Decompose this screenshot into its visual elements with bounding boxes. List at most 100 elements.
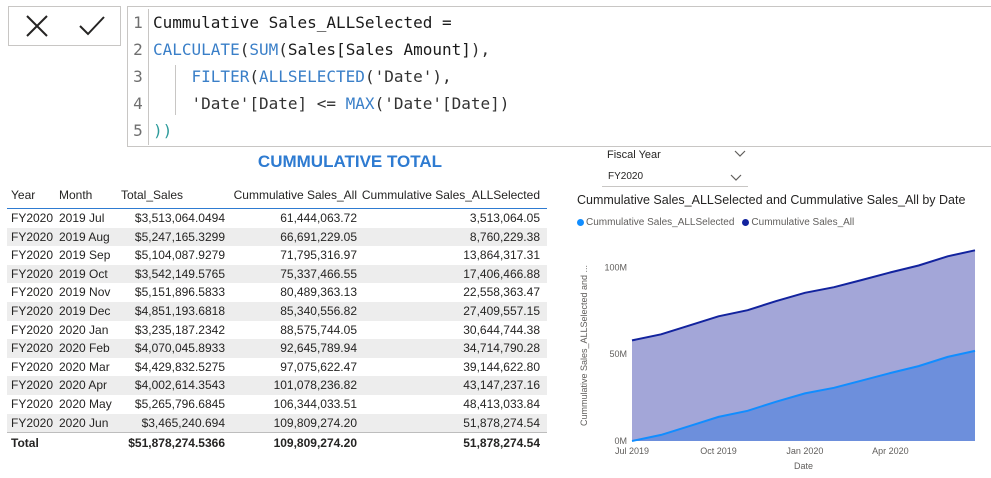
header-total-sales[interactable]: Total_Sales — [121, 183, 183, 207]
legend-item-allselected[interactable]: Cummulative Sales_ALLSelected — [577, 217, 734, 228]
code-token: Sales[Sales Amount] — [287, 40, 471, 59]
table-row[interactable]: FY2020 2019 Aug $5,247,165.3299 66,691,229.… — [7, 227, 547, 247]
cell-month: 2020 Apr — [59, 378, 108, 393]
cell-cummulative-all: 71,795,316.97 — [280, 248, 357, 263]
total-cummulative-allselected: 51,878,274.54 — [463, 436, 540, 451]
cell-cummulative-allselected: 17,406,466.88 — [463, 266, 540, 281]
cell-cummulative-allselected: 22,558,363.47 — [463, 285, 540, 300]
cell-cummulative-all: 97,075,622.47 — [280, 359, 357, 374]
table-title: CUMMULATIVE TOTAL — [257, 152, 443, 171]
chart-title: Cummulative Sales_ALLSelected and Cummul… — [577, 193, 966, 207]
cell-cummulative-all: 80,489,363.13 — [280, 285, 357, 300]
table-row[interactable]: FY2020 2020 Jan $3,235,187.2342 88,575,744.… — [7, 321, 547, 340]
table-row[interactable]: FY2020 2019 Nov $5,151,896.5833 80,489,363.… — [7, 283, 547, 302]
cell-month: 2019 Aug — [59, 229, 110, 244]
header-month[interactable]: Month — [59, 183, 92, 207]
header-cummulative-sales-all[interactable]: Cummulative Sales_All — [234, 183, 357, 207]
table-row[interactable]: FY2020 2019 Oct $3,542,149.5765 75,337,466.… — [7, 264, 547, 284]
code-text: 'Date'[Date] <= MAX('Date'[Date]) — [153, 90, 510, 117]
table-total-row: Total $51,878,274.5366 109,809,274.20 51… — [7, 432, 547, 452]
cell-year: FY2020 — [11, 415, 54, 430]
cell-month: 2020 Feb — [59, 341, 110, 356]
cell-year: FY2020 — [11, 229, 54, 244]
chevron-down-icon — [730, 174, 742, 181]
total-cummulative-all: 109,809,274.20 — [273, 436, 357, 451]
x-tick-label: Jan 2020 — [786, 446, 823, 456]
fiscal-year-dropdown[interactable]: FY2020 — [602, 167, 748, 187]
code-token: ( — [374, 94, 385, 113]
dropdown-selected-value: FY2020 — [608, 171, 644, 182]
table-row[interactable]: FY2020 2020 Jun $3,465,240.694 109,809,274.… — [7, 413, 547, 433]
cell-year: FY2020 — [11, 211, 54, 225]
cell-year: FY2020 — [11, 266, 54, 281]
cell-cummulative-all: 92,645,789.94 — [280, 341, 357, 356]
x-axis-label: Date — [794, 461, 813, 471]
y-tick-label: 50M — [609, 349, 627, 359]
cell-total-sales: $4,429,832.5275 — [134, 359, 225, 374]
cell-year: FY2020 — [11, 378, 54, 393]
code-token: Cummulative Sales_ALLSelected = — [153, 13, 452, 32]
code-line[interactable]: 1 Cummulative Sales_ALLSelected = — [128, 9, 991, 36]
cell-year: FY2020 — [11, 396, 54, 411]
code-token: )) — [153, 121, 173, 140]
cell-cummulative-allselected: 8,760,229.38 — [469, 229, 540, 244]
legend-item-all[interactable]: Cummulative Sales_All — [742, 217, 854, 228]
table-row[interactable]: FY2020 2020 Apr $4,002,614.3543 101,078,236… — [7, 376, 547, 395]
header-cummulative-sales-allselected[interactable]: Cummulative Sales_ALLSelected — [362, 183, 540, 207]
header-year[interactable]: Year — [11, 183, 35, 207]
cell-total-sales: $3,235,187.2342 — [134, 322, 225, 337]
cumulative-total-table[interactable]: Year Month Total_Sales Cummulative Sales… — [7, 183, 547, 452]
y-axis-label: Cummulative Sales_ALLSelected and ... — [579, 265, 589, 426]
cell-total-sales: $5,104,087.9279 — [134, 248, 225, 263]
cell-total-sales: $5,151,896.5833 — [134, 285, 225, 300]
code-token: ( — [364, 67, 375, 86]
legend-label: Cummulative Sales_All — [751, 217, 855, 228]
cell-month: 2020 May — [59, 396, 112, 411]
code-token: ) — [499, 94, 510, 113]
dax-formula-editor[interactable]: 1 Cummulative Sales_ALLSelected = 2 CALCULA… — [127, 6, 991, 147]
cell-month: 2019 Sep — [59, 248, 111, 263]
cell-cummulative-all: 88,575,744.05 — [280, 322, 357, 337]
line-number: 2 — [133, 40, 143, 59]
code-token: ALLSELECTED — [258, 67, 365, 86]
table-header-row: Year Month Total_Sales Cummulative Sales… — [7, 183, 547, 209]
code-token: CALCULATE — [153, 40, 240, 59]
cell-total-sales: $5,247,165.3299 — [134, 229, 225, 244]
code-line[interactable]: 4 'Date'[Date] <= MAX('Date'[Date]) — [128, 90, 991, 117]
legend-label: Cummulative Sales_ALLSelected — [586, 217, 735, 228]
code-text: Cummulative Sales_ALLSelected = — [153, 9, 452, 36]
code-token: FILTER — [153, 67, 250, 86]
table-row[interactable]: FY2020 2020 Feb $4,070,045.8933 92,645,789.… — [7, 339, 547, 358]
cell-cummulative-all: 66,691,229.05 — [280, 229, 357, 244]
area-chart[interactable]: 0M 50M 100M Jul 2019 Oct 2019 Jan 2020 Apr 202… — [570, 238, 985, 473]
code-text: FILTER(ALLSELECTED('Date'), — [153, 63, 452, 90]
cell-month: 2019 Nov — [59, 285, 111, 300]
cell-cummulative-all: 61,444,063.72 — [280, 211, 357, 225]
cancel-button[interactable] — [22, 11, 52, 41]
table-row[interactable]: FY2020 2020 May $5,265,796.6845 106,344,033… — [7, 395, 547, 414]
cell-cummulative-allselected: 34,714,790.28 — [463, 341, 540, 356]
chevron-down-icon[interactable] — [734, 150, 746, 158]
table-row[interactable]: FY2020 2019 Sep $5,104,087.9279 71,795,316.… — [7, 246, 547, 265]
chart-legend: Cummulative Sales_ALLSelected Cummulativ… — [577, 217, 854, 228]
commit-button[interactable] — [77, 11, 107, 41]
table-row[interactable]: FY2020 2019 Jul $3,513,064.0494 61,444,063.… — [7, 209, 547, 228]
cell-year: FY2020 — [11, 248, 54, 263]
table-row[interactable]: FY2020 2020 Mar $4,429,832.5275 97,075,622.… — [7, 358, 547, 377]
cell-cummulative-allselected: 39,144,622.80 — [463, 359, 540, 374]
cell-total-sales: $3,465,240.694 — [141, 415, 225, 430]
cell-cummulative-allselected: 27,409,557.15 — [463, 303, 540, 318]
line-number: 5 — [133, 121, 143, 140]
code-line[interactable]: 2 CALCULATE(SUM(Sales[Sales Amount]), — [128, 36, 991, 63]
cell-cummulative-allselected: 51,878,274.54 — [463, 415, 540, 430]
code-line[interactable]: 5)) — [128, 117, 991, 144]
line-number: 1 — [133, 13, 143, 32]
close-icon — [26, 15, 48, 37]
cell-cummulative-all: 101,078,236.82 — [273, 378, 357, 393]
formula-bar-buttons — [8, 6, 121, 46]
line-number: 3 — [133, 67, 143, 86]
cell-year: FY2020 — [11, 341, 54, 356]
table-row[interactable]: FY2020 2019 Dec $4,851,193.6818 85,340,556.… — [7, 301, 547, 321]
code-token: 'Date'[Date] <= — [153, 94, 346, 113]
code-line[interactable]: 3 FILTER(ALLSELECTED('Date'), — [128, 63, 991, 90]
